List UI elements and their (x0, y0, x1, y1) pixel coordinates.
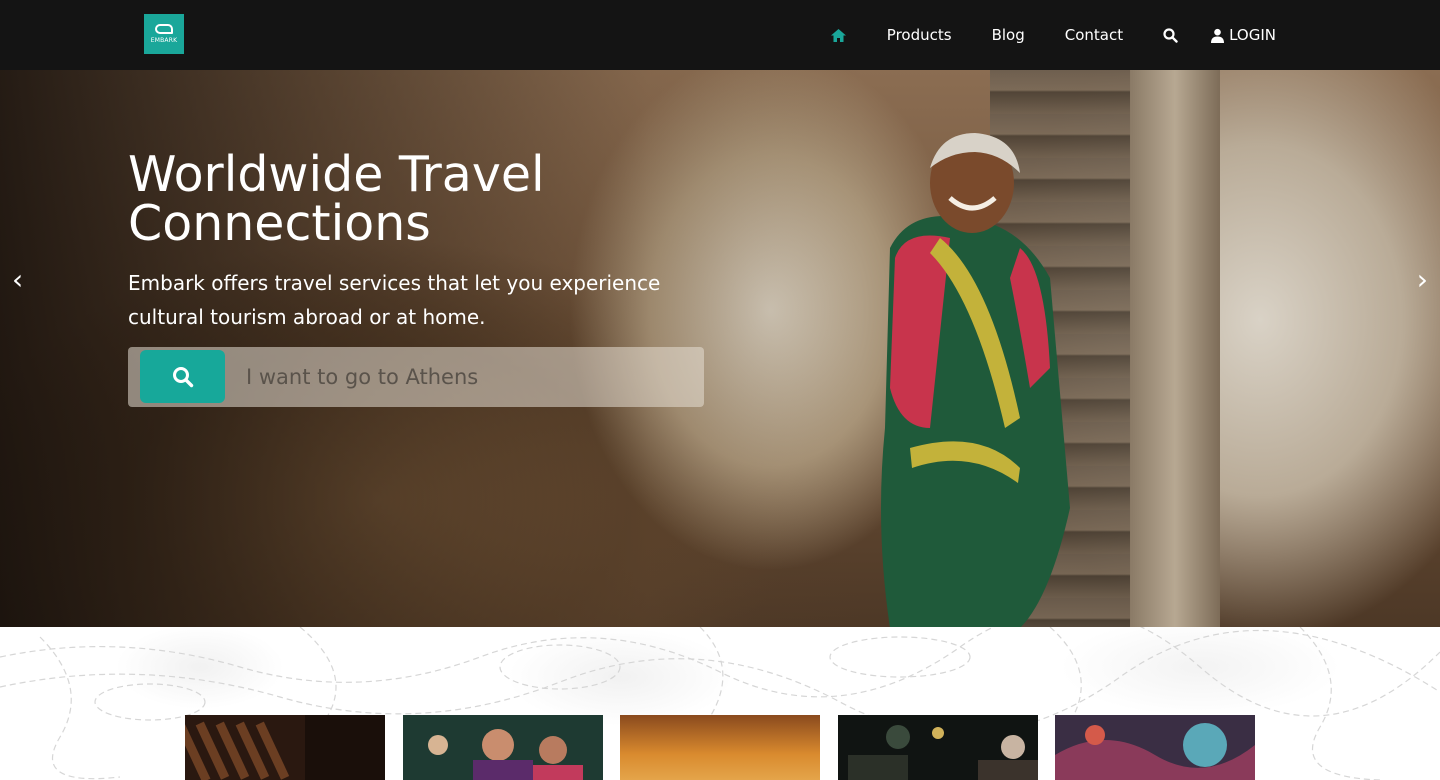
market-photo-icon (837, 715, 1038, 780)
search-submit-button[interactable] (140, 350, 225, 403)
hero-photo-wall (1130, 70, 1220, 627)
main-nav: Products Blog Contact LOGIN (830, 0, 1276, 70)
login-label: LOGIN (1229, 26, 1276, 44)
hero-carousel: ‹ › Worldwide Travel Connections Embark … (0, 70, 1440, 627)
hero-subtitle: Embark offers travel services that let y… (128, 271, 661, 329)
sunset-photo-icon (620, 715, 820, 780)
embark-logo[interactable]: EMBARK (144, 14, 184, 54)
library-photo-icon (185, 715, 385, 780)
destination-cards (185, 715, 1255, 780)
festival-photo-icon (402, 715, 603, 780)
nav-blog[interactable]: Blog (992, 26, 1025, 44)
destination-card-festival[interactable] (402, 715, 603, 780)
street-art-photo-icon (1055, 715, 1255, 780)
home-icon[interactable] (830, 28, 847, 43)
login-link[interactable]: LOGIN (1210, 26, 1276, 44)
nav-search-icon[interactable] (1163, 27, 1178, 43)
carousel-prev-button[interactable]: ‹ (12, 266, 23, 294)
hero-photo-woman (881, 133, 1070, 627)
carousel-next-button[interactable]: › (1417, 266, 1428, 294)
nav-contact[interactable]: Contact (1065, 26, 1123, 44)
destination-card-sunset[interactable] (620, 715, 820, 780)
destination-card-market[interactable] (837, 715, 1038, 780)
logo-mark-icon (155, 24, 173, 34)
top-navigation-bar: EMBARK Products Blog Contact LOGIN (0, 0, 1440, 70)
destination-search-input[interactable] (236, 353, 696, 401)
destination-search (128, 347, 704, 407)
nav-products[interactable]: Products (887, 26, 952, 44)
featured-section (0, 627, 1440, 780)
destination-card-library[interactable] (185, 715, 385, 780)
destination-card-street-art[interactable] (1055, 715, 1255, 780)
logo-text: EMBARK (150, 37, 178, 44)
user-icon (1211, 28, 1225, 43)
hero-title: Worldwide Travel Connections (128, 146, 545, 252)
search-icon (172, 366, 193, 387)
